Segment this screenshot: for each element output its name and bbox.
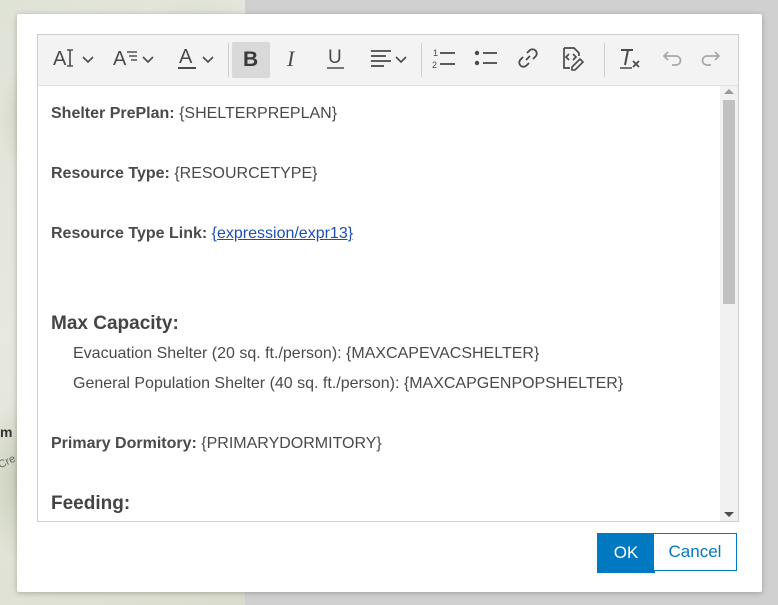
resource-link-line: Resource Type Link: {expression/expr13} <box>51 225 353 243</box>
cancel-button[interactable]: Cancel <box>653 533 737 571</box>
font-size-icon: A <box>53 47 79 74</box>
clear-formatting-button[interactable] <box>611 42 649 78</box>
align-left-icon <box>370 49 392 72</box>
scroll-thumb[interactable] <box>723 100 735 304</box>
link-icon <box>517 47 539 74</box>
map-label: m <box>0 424 13 440</box>
editor-toolbar: A A A B I U 1 2 <box>38 35 738 86</box>
insert-link-button[interactable] <box>510 42 546 78</box>
resource-link-expression[interactable]: {expression/expr13} <box>212 225 353 242</box>
italic-icon: I <box>283 46 303 74</box>
bulleted-list-icon <box>474 49 498 72</box>
underline-icon: U <box>325 46 347 75</box>
max-capacity-heading: Max Capacity: <box>51 313 179 334</box>
scroll-down-arrow-icon[interactable] <box>724 512 734 517</box>
bulleted-list-button[interactable] <box>468 42 504 78</box>
redo-button[interactable] <box>694 42 730 78</box>
svg-text:1: 1 <box>433 48 438 58</box>
scroll-up-arrow-icon[interactable] <box>724 89 734 94</box>
shelter-preplan-label: Shelter PrePlan: <box>51 105 175 122</box>
evac-shelter-line: Evacuation Shelter (20 sq. ft./person): … <box>73 345 540 362</box>
feeding-heading: Feeding: <box>51 493 131 514</box>
undo-button[interactable] <box>653 42 689 78</box>
rich-text-editor: A A A B I U 1 2 Shelter PrePlan: {SHELTE… <box>37 34 739 522</box>
toolbar-separator <box>421 43 422 77</box>
font-color-icon: A <box>177 46 199 75</box>
primary-dormitory-field: {PRIMARYDORMITORY} <box>201 435 382 452</box>
underline-button[interactable]: U <box>317 42 355 78</box>
toolbar-separator <box>228 43 229 77</box>
genpop-shelter-line: General Population Shelter (40 sq. ft./p… <box>73 375 624 392</box>
shelter-preplan-field: {SHELTERPREPLAN} <box>179 105 338 122</box>
italic-button[interactable]: I <box>274 42 312 78</box>
primary-dormitory-line: Primary Dormitory: {PRIMARYDORMITORY} <box>51 435 382 453</box>
svg-text:2: 2 <box>432 60 437 69</box>
svg-text:U: U <box>328 47 342 68</box>
svg-text:A: A <box>179 46 193 68</box>
bold-button[interactable]: B <box>232 42 270 78</box>
numbered-list-icon: 12 <box>432 47 456 74</box>
heading-icon: A <box>113 47 139 74</box>
resource-link-label: Resource Type Link: <box>51 225 208 242</box>
redo-icon <box>701 50 723 71</box>
svg-text:I: I <box>286 47 296 69</box>
font-size-button[interactable]: A <box>48 42 98 78</box>
expression-icon <box>558 45 585 76</box>
undo-icon <box>660 50 682 71</box>
toolbar-separator <box>604 43 605 77</box>
popup-editor-dialog: A A A B I U 1 2 Shelter PrePlan: {SHELTE… <box>17 14 762 592</box>
chevron-down-icon <box>201 51 214 69</box>
shelter-preplan-line: Shelter PrePlan: {SHELTERPREPLAN} <box>51 105 337 123</box>
chevron-down-icon <box>81 51 94 69</box>
ok-button[interactable]: OK <box>597 533 655 573</box>
clear-format-icon <box>618 46 642 75</box>
resource-type-line: Resource Type: {RESOURCETYPE} <box>51 165 317 183</box>
resource-type-field: {RESOURCETYPE} <box>174 165 318 182</box>
svg-text:A: A <box>113 48 127 69</box>
svg-text:A: A <box>53 48 67 69</box>
primary-dormitory-label: Primary Dormitory: <box>51 435 197 452</box>
bold-icon: B <box>241 47 261 74</box>
editor-content[interactable]: Shelter PrePlan: {SHELTERPREPLAN} Resour… <box>38 86 720 521</box>
heading-button[interactable]: A <box>108 42 158 78</box>
vertical-scrollbar[interactable] <box>720 86 738 521</box>
resource-type-label: Resource Type: <box>51 165 170 182</box>
insert-expression-button[interactable] <box>552 42 590 78</box>
align-button[interactable] <box>363 42 413 78</box>
numbered-list-button[interactable]: 12 <box>426 42 462 78</box>
svg-text:B: B <box>243 48 258 69</box>
chevron-down-icon <box>394 51 407 69</box>
chevron-down-icon <box>141 51 154 69</box>
font-color-button[interactable]: A <box>170 42 220 78</box>
